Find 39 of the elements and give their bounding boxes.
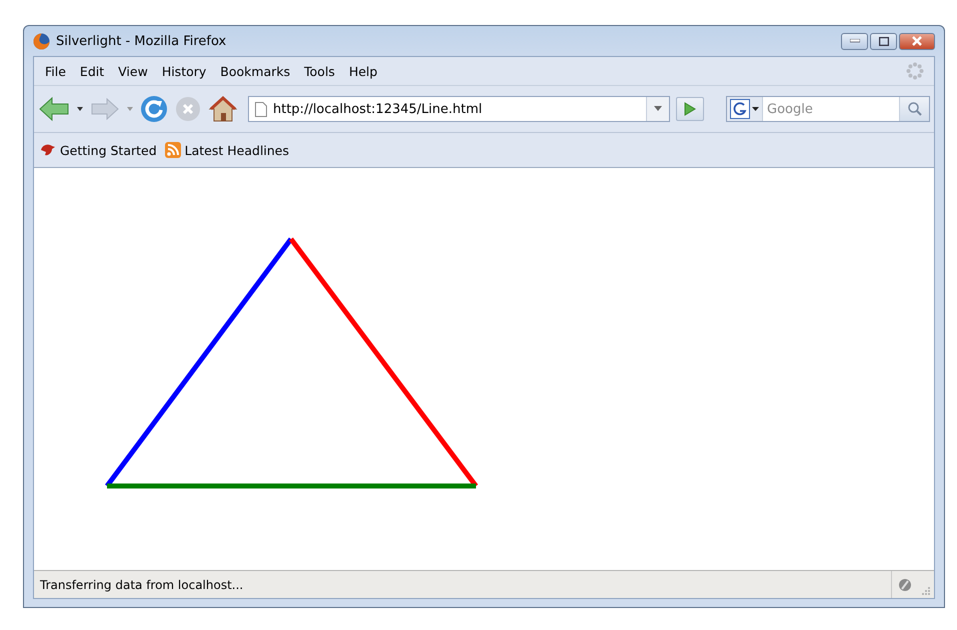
address-field[interactable]: http://localhost:12345/Line.html [248,96,670,122]
maximize-icon [878,36,888,46]
minimize-button[interactable] [841,32,868,50]
g-logo-icon [730,99,750,119]
reload-button[interactable] [140,95,168,123]
back-button[interactable] [38,96,70,122]
resize-grip-icon[interactable] [921,586,931,596]
menu-item[interactable]: Tools [297,62,342,80]
bird-icon [40,143,56,157]
menu-item[interactable]: Edit [72,62,112,80]
menu-item[interactable]: File [38,62,73,80]
play-icon [684,102,696,116]
bookmark-item[interactable]: Latest Headlines [162,140,292,160]
status-text: Transferring data from localhost... [40,578,244,592]
menu-item[interactable]: Bookmarks [213,62,298,80]
minimize-icon [850,39,860,43]
dropdown-arrow-icon[interactable] [76,106,84,112]
menu-item[interactable]: View [111,62,155,80]
menu-item[interactable]: History [154,62,214,80]
search-engine-selector[interactable] [727,97,763,121]
menu-item[interactable]: Help [342,62,384,80]
maximize-button[interactable] [870,32,897,50]
close-icon [912,36,922,46]
home-button[interactable] [208,95,238,123]
close-button[interactable] [899,32,935,50]
page-icon [255,102,267,116]
caret-icon [654,106,662,112]
history-dropdown[interactable] [646,97,669,121]
search-bar[interactable]: Google [726,96,930,122]
search-button[interactable] [899,97,929,121]
search-icon [906,101,922,117]
go-button[interactable] [676,97,704,121]
rss-icon [164,142,181,158]
throbber-icon [906,62,924,80]
address-text: http://localhost:12345/Line.html [273,102,484,116]
disabled-icon [898,578,912,592]
caret-icon [752,106,759,112]
window-title: Silverlight - Mozilla Firefox [56,34,228,48]
bookmark-item[interactable]: Getting Started [38,140,159,160]
